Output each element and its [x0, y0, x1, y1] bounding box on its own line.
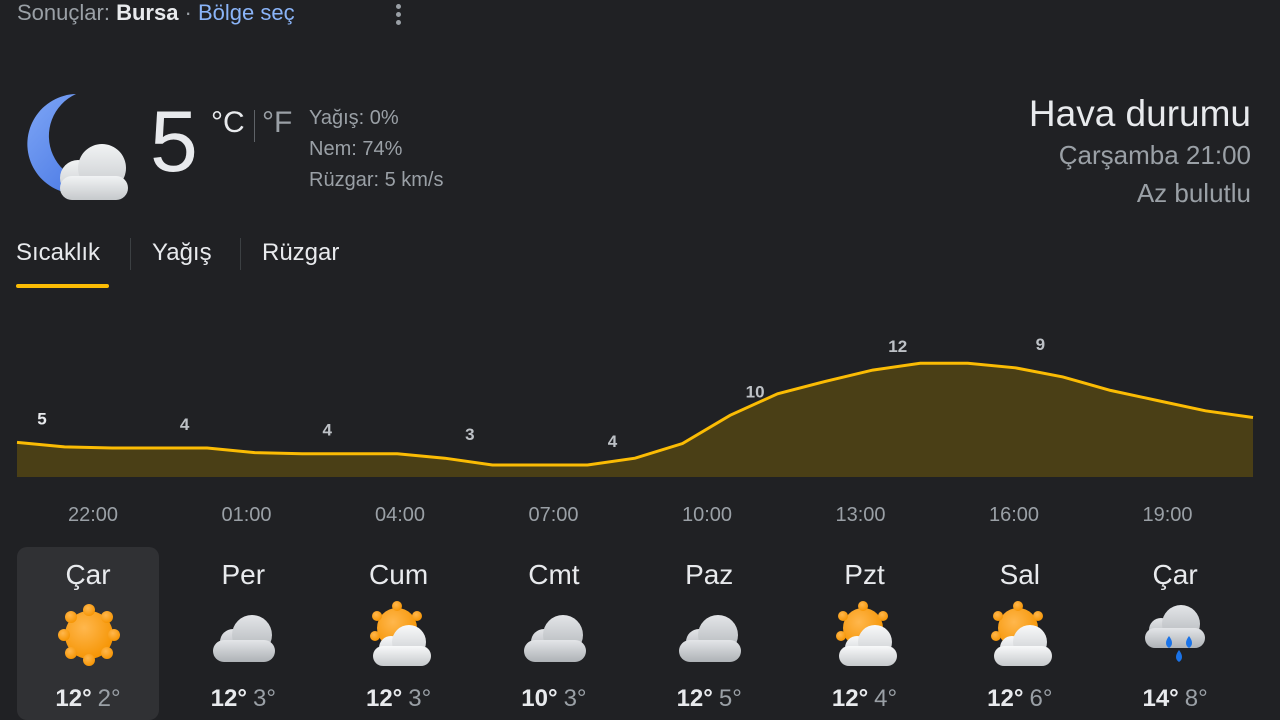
- chart-value-label: 5: [37, 409, 46, 428]
- day-forecast-item[interactable]: Paz 12° 5°: [638, 547, 780, 720]
- partly-cloudy-icon: [986, 600, 1056, 670]
- moon-cloud-icon: [16, 90, 132, 204]
- rain-icon: [1141, 600, 1211, 670]
- weather-condition: Az bulutlu: [1136, 178, 1251, 208]
- day-temperatures: 14° 8°: [1104, 685, 1246, 713]
- day-temperatures: 12° 2°: [17, 685, 159, 713]
- weather-summary: Hava durumu Çarşamba 21:00 Az bulutlu: [1029, 92, 1251, 212]
- unit-separator: [254, 110, 255, 142]
- choose-region-link[interactable]: Bölge seç: [198, 0, 295, 25]
- daily-forecast: Çar 12° 2° Per 12° 3° Cum 12° 3° Cmt 10° 3° Paz …: [17, 547, 1257, 720]
- tab-divider: [130, 238, 131, 270]
- day-high-temp: 12°: [831, 685, 869, 712]
- chart-value-label: 3: [465, 425, 474, 444]
- tab-wind[interactable]: Rüzgar: [262, 234, 339, 272]
- day-forecast-item[interactable]: Çar 12° 2°: [17, 547, 159, 720]
- day-forecast-item[interactable]: Cmt 10° 3°: [483, 547, 625, 720]
- current-stats: Yağış: 0% Nem: 74% Rüzgar: 5 km/s: [309, 103, 443, 196]
- unit-fahrenheit[interactable]: °F: [262, 106, 292, 140]
- temperature-chart: 5 4 4 3 4 10 12 9 22:00 01:00 04:00 07:00 10:00 13:00…: [16, 335, 1254, 526]
- cloud-icon: [520, 600, 590, 670]
- chart-time-label: 16:00: [989, 504, 1039, 526]
- sun-icon: [54, 600, 124, 670]
- chart-value-label: 4: [180, 415, 190, 434]
- chart-time-label: 10:00: [682, 504, 732, 526]
- day-forecast-item[interactable]: Per 12° 3°: [172, 547, 314, 720]
- chart-value-label: 4: [608, 432, 618, 451]
- current-temperature: 5: [150, 94, 198, 190]
- day-name: Çar: [1152, 559, 1198, 590]
- day-temperatures: 12° 6°: [949, 685, 1091, 713]
- tab-temperature[interactable]: Sıcaklık: [16, 234, 100, 272]
- temperature-area: [17, 363, 1253, 477]
- day-temperatures: 12° 4°: [794, 685, 936, 713]
- chart-value-label: 10: [746, 382, 765, 401]
- day-high-temp: 12°: [365, 685, 403, 712]
- day-forecast-item[interactable]: Cum 12° 3°: [328, 547, 470, 720]
- cloud-icon: [675, 600, 745, 670]
- unit-celsius[interactable]: °C: [211, 106, 245, 140]
- day-temperatures: 12° 5°: [638, 685, 780, 713]
- day-low-temp: 6°: [1029, 685, 1053, 712]
- partly-cloudy-icon: [831, 600, 901, 670]
- weather-title: Hava durumu: [1028, 93, 1251, 134]
- chart-time-label: 13:00: [835, 504, 885, 526]
- day-name: Pzt: [844, 559, 885, 590]
- day-temperatures: 12° 3°: [172, 685, 314, 713]
- chart-time-label: 22:00: [68, 504, 118, 526]
- partly-cloudy-icon: [365, 600, 435, 670]
- wind-stat: Rüzgar: 5 km/s: [309, 169, 444, 191]
- day-low-temp: 4°: [874, 685, 898, 712]
- day-high-temp: 14°: [1142, 685, 1179, 712]
- chart-value-label: 9: [1036, 335, 1045, 354]
- day-forecast-item[interactable]: Sal 12° 6°: [949, 547, 1091, 720]
- day-high-temp: 12°: [210, 685, 247, 712]
- location-name[interactable]: Bursa: [116, 0, 178, 25]
- day-low-temp: 2°: [97, 685, 121, 712]
- day-name: Per: [221, 559, 266, 590]
- cloud-icon: [209, 600, 279, 670]
- header-separator: ·: [178, 0, 198, 25]
- day-low-temp: 3°: [408, 685, 432, 712]
- more-vert-icon[interactable]: [388, 2, 408, 28]
- day-forecast-item[interactable]: Çar 14° 8°: [1104, 547, 1246, 720]
- chart-value-label: 12: [888, 337, 907, 356]
- humidity-stat: Nem: 74%: [309, 138, 403, 160]
- chart-time-label: 07:00: [528, 504, 578, 526]
- chart-time-label: 19:00: [1142, 504, 1192, 526]
- tab-precipitation[interactable]: Yağış: [152, 234, 212, 272]
- day-name: Çar: [65, 559, 111, 590]
- day-forecast-item[interactable]: Pzt 12° 4°: [794, 547, 936, 720]
- day-temperatures: 12° 3°: [328, 685, 470, 713]
- day-low-temp: 5°: [718, 685, 742, 712]
- day-name: Sal: [999, 559, 1041, 590]
- day-low-temp: 8°: [1184, 685, 1208, 712]
- chart-value-label: 4: [322, 421, 332, 440]
- day-low-temp: 3°: [563, 685, 587, 712]
- active-tab-indicator: [16, 284, 109, 288]
- day-name: Cmt: [528, 559, 580, 590]
- day-high-temp: 10°: [521, 685, 558, 712]
- day-name: Cum: [369, 559, 429, 590]
- results-header: Sonuçlar: Bursa · Bölge seç: [17, 0, 295, 26]
- day-high-temp: 12°: [987, 685, 1024, 712]
- results-prefix: Sonuçlar:: [17, 0, 110, 25]
- weather-datetime: Çarşamba 21:00: [1058, 140, 1251, 170]
- day-name: Paz: [685, 559, 734, 590]
- chart-time-label: 04:00: [375, 504, 425, 526]
- tab-divider: [240, 238, 241, 270]
- day-high-temp: 12°: [55, 685, 92, 712]
- chart-time-label: 01:00: [221, 504, 271, 526]
- precipitation-stat: Yağış: 0%: [309, 107, 399, 129]
- day-low-temp: 3°: [252, 685, 276, 712]
- day-temperatures: 10° 3°: [483, 685, 625, 713]
- day-high-temp: 12°: [676, 685, 713, 712]
